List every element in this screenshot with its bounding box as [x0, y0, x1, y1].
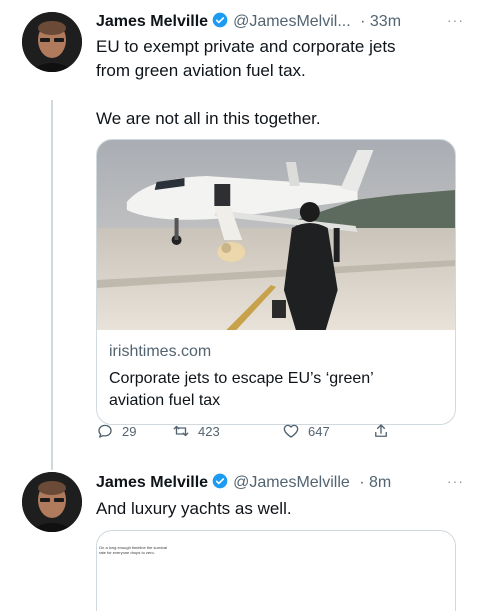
like-button[interactable]: 647: [282, 422, 330, 440]
avatar[interactable]: [22, 472, 82, 532]
tweet-text: EU to exempt private and corporate jets …: [96, 35, 396, 131]
tweet-header: James Melville @JamesMelville · 8m: [96, 473, 391, 493]
tweet-time[interactable]: 33m: [370, 13, 401, 30]
tweet-text-line: We are not all in this together.: [96, 109, 321, 128]
more-options-icon[interactable]: ···: [447, 12, 464, 28]
card-text: irishtimes.com Corporate jets to escape …: [97, 330, 455, 424]
card-title-line: Corporate jets to escape EU’s ‘green’: [109, 370, 374, 387]
media-card[interactable]: On a long enough timeline the survival r…: [96, 530, 456, 611]
link-preview-card[interactable]: irishtimes.com Corporate jets to escape …: [96, 139, 456, 425]
reply-button[interactable]: 29: [96, 422, 136, 440]
reply-count: 29: [122, 423, 137, 439]
tweet-time[interactable]: 8m: [369, 474, 391, 491]
media-caption-line: rate for everyone drops to zero.: [99, 550, 155, 555]
share-button[interactable]: [372, 422, 398, 440]
tweet-text-line: EU to exempt private and corporate jets: [96, 37, 396, 56]
retweet-button[interactable]: 423: [172, 422, 220, 440]
card-title: Corporate jets to escape EU’s ‘green’ av…: [109, 368, 443, 412]
author-name[interactable]: James Melville: [96, 474, 208, 491]
author-handle[interactable]: @JamesMelville: [233, 474, 350, 491]
card-image-jet: [97, 140, 455, 330]
reply-icon: [98, 424, 112, 438]
separator-dot: ·: [354, 474, 370, 491]
author-handle[interactable]: @JamesMelvil...: [233, 13, 351, 30]
tweet-1[interactable]: James Melville @JamesMelvil... · 33m ··· …: [0, 0, 480, 460]
verified-badge-icon: [212, 473, 228, 489]
share-icon: [375, 424, 387, 437]
media-caption: On a long enough timeline the survival r…: [99, 545, 219, 555]
separator-dot: ·: [355, 13, 370, 30]
retweet-icon: [173, 425, 189, 437]
more-options-icon[interactable]: ···: [447, 473, 464, 489]
heart-icon: [283, 424, 299, 438]
tweet-text-line: from green aviation fuel tax.: [96, 61, 306, 80]
card-title-line: aviation fuel tax: [109, 392, 221, 409]
verified-badge-icon: [212, 12, 228, 28]
tweet-header: James Melville @JamesMelvil... · 33m: [96, 12, 401, 32]
author-name[interactable]: James Melville: [96, 13, 208, 30]
tweet-text: And luxury yachts as well.: [96, 499, 292, 518]
card-domain: irishtimes.com: [109, 343, 212, 360]
avatar[interactable]: [22, 12, 82, 72]
like-count: 647: [308, 423, 330, 439]
retweet-count: 423: [198, 423, 220, 439]
tweet-actions: 29 423 647: [96, 422, 396, 446]
